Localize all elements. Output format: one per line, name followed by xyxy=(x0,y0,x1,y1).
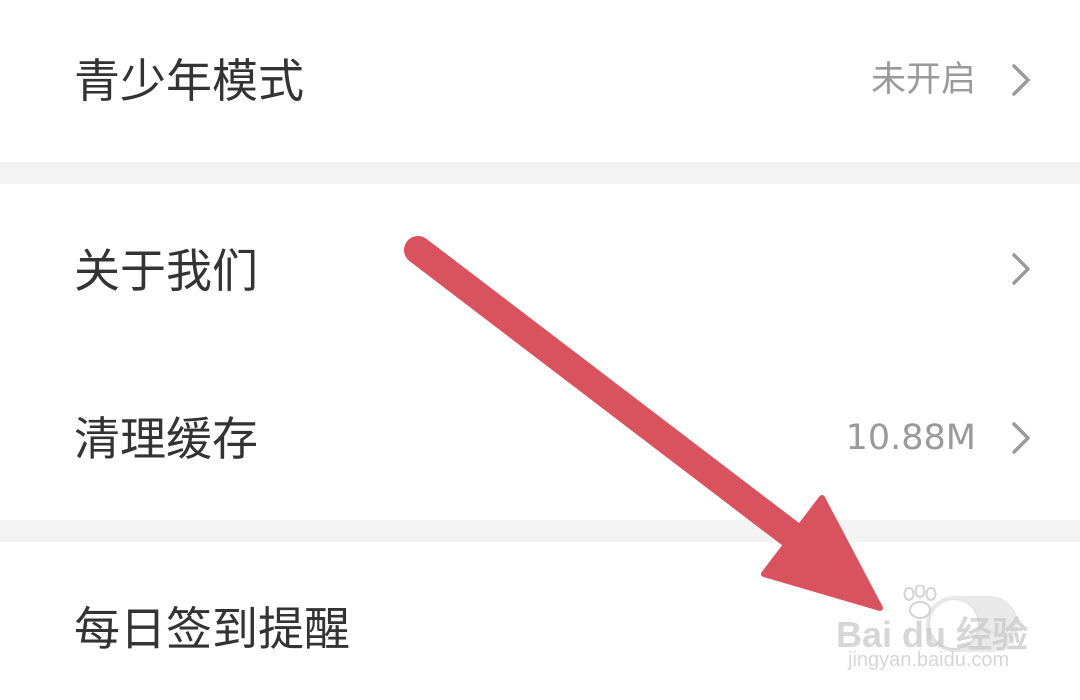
settings-row-about-us[interactable]: 关于我们 xyxy=(0,184,1080,354)
settings-row-teen-mode[interactable]: 青少年模式 未开启 xyxy=(0,0,1080,162)
settings-row-clear-cache[interactable]: 清理缓存 10.88M xyxy=(0,354,1080,520)
teen-mode-status: 未开启 xyxy=(870,60,976,100)
chevron-right-icon xyxy=(1012,253,1030,285)
daily-checkin-reminder-label: 每日签到提醒 xyxy=(74,602,350,656)
teen-mode-label: 青少年模式 xyxy=(74,54,304,108)
about-us-label: 关于我们 xyxy=(74,244,258,298)
section-divider xyxy=(0,162,1080,184)
chevron-right-icon xyxy=(1012,422,1030,454)
clear-cache-label: 清理缓存 xyxy=(74,412,258,466)
chevron-right-icon xyxy=(1012,64,1030,96)
section-divider xyxy=(0,520,1080,542)
cache-size-value: 10.88M xyxy=(845,418,976,458)
watermark-url: jingyan.baidu.com xyxy=(848,649,1010,671)
